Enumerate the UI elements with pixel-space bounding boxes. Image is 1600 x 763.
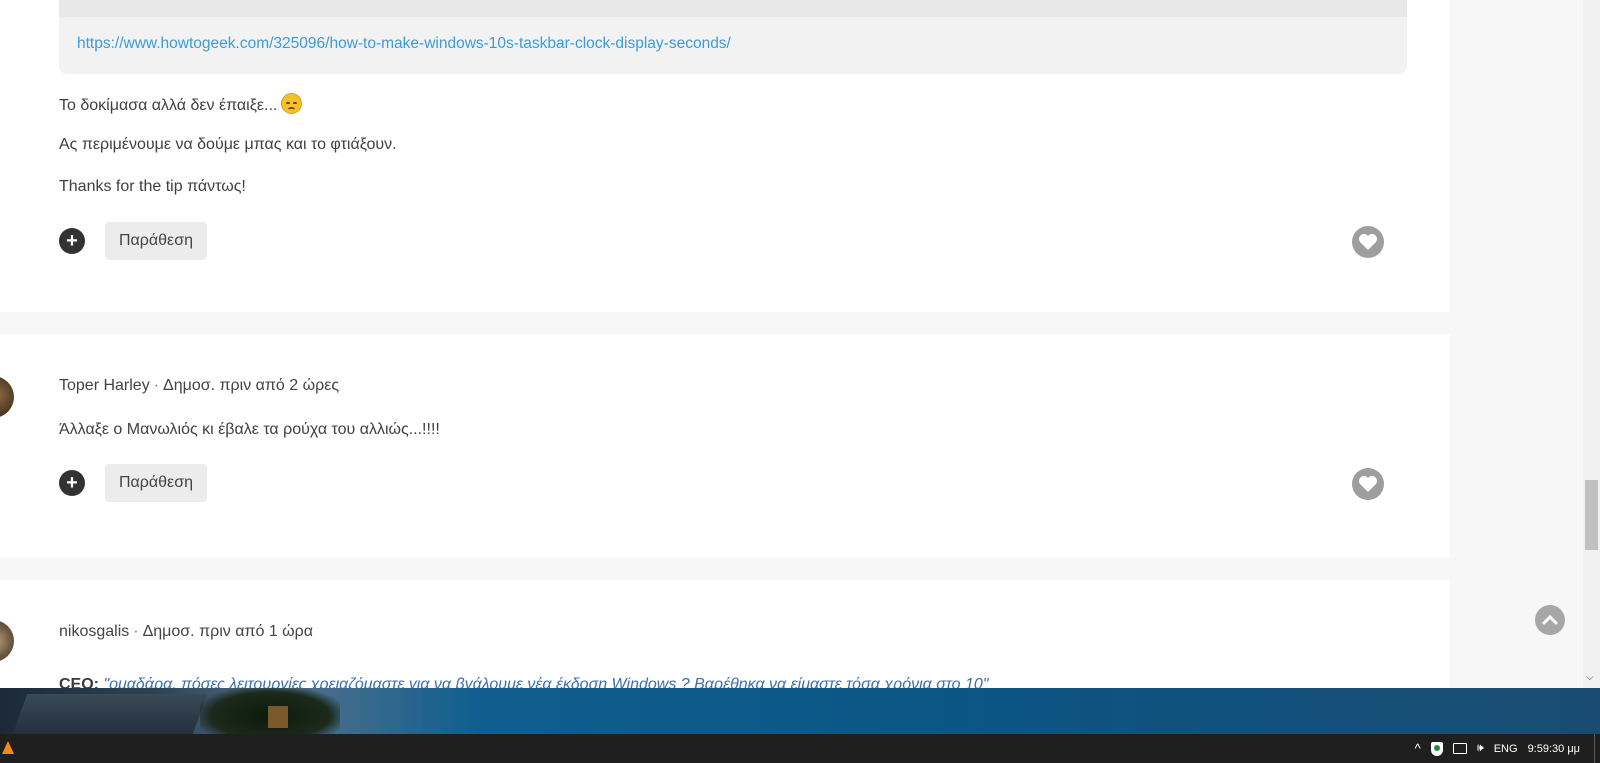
language-indicator[interactable]: ENG	[1494, 743, 1518, 755]
post-text-line: Ας περιμένουμε να δούμε μπας και το φτιά…	[59, 136, 397, 153]
chevron-up-icon	[1542, 614, 1558, 625]
network-icon[interactable]	[1452, 743, 1467, 754]
post-text-line: Το δοκίμασα αλλά δεν έπαιξε...	[59, 93, 303, 115]
volume-icon[interactable]: 🕪	[1477, 742, 1484, 755]
scroll-to-top-button[interactable]	[1535, 605, 1565, 635]
quote-button[interactable]: Παράθεση	[105, 464, 207, 502]
like-button[interactable]	[1352, 226, 1384, 258]
post-meta: Toper Harley · Δημοσ. πριν από 2 ώρες	[59, 377, 339, 395]
vertical-scrollbar[interactable]: ⌵	[1583, 0, 1600, 688]
post-meta: nikosgalis · Δημοσ. πριν από 1 ώρα	[59, 623, 313, 641]
post-text: Το δοκίμασα αλλά δεν έπαιξε...	[59, 97, 278, 114]
quote-speaker: CEO:	[59, 676, 99, 688]
quoted-link[interactable]: https://www.howtogeek.com/325096/how-to-…	[77, 35, 731, 53]
post-date: Δημοσ. πριν από 2 ώρες	[163, 377, 340, 394]
scrollbar-thumb[interactable]	[1585, 480, 1598, 550]
show-desktop-button[interactable]	[1594, 734, 1600, 763]
post-card: https://www.howtogeek.com/325096/how-to-…	[0, 0, 1450, 312]
vlc-icon[interactable]	[2, 741, 14, 754]
clock[interactable]: 9:59:30 μμ	[1528, 743, 1580, 755]
disappointed-face-icon	[281, 93, 303, 114]
heart-icon	[1359, 234, 1377, 250]
post-text: CEO: "ομαδάρα, πόσες λειτουργίες χρειαζό…	[59, 676, 988, 688]
avatar[interactable]	[0, 620, 14, 662]
heart-icon	[1359, 476, 1377, 492]
post-card: nikosgalis · Δημοσ. πριν από 1 ώρα CEO: "ο…	[0, 580, 1450, 688]
avatar[interactable]	[0, 376, 14, 418]
security-shield-icon[interactable]	[1430, 741, 1443, 756]
wallpaper-house	[12, 694, 208, 734]
browser-viewport: https://www.howtogeek.com/325096/how-to-…	[0, 0, 1600, 688]
post-text: Άλλαξε ο Μανωλιός κι έβαλε τα ρούχα του …	[59, 421, 440, 438]
author-name[interactable]: nikosgalis	[59, 623, 129, 640]
quote-header	[59, 0, 1407, 17]
taskbar: ^ 🕪 ENG 9:59:30 μμ	[0, 734, 1600, 763]
system-tray: ^ 🕪 ENG 9:59:30 μμ	[1415, 734, 1600, 763]
meta-separator: ·	[153, 377, 160, 394]
post-card: Toper Harley · Δημοσ. πριν από 2 ώρες Άλλα…	[0, 334, 1450, 558]
author-name[interactable]: Toper Harley	[59, 377, 150, 394]
quote-button[interactable]: Παράθεση	[105, 222, 207, 260]
more-actions-button[interactable]: +	[59, 470, 85, 496]
more-actions-button[interactable]: +	[59, 228, 85, 254]
like-button[interactable]	[1352, 468, 1384, 500]
post-text-italic: "ομαδάρα, πόσες λειτουργίες χρειαζόμαστε…	[103, 676, 989, 688]
scroll-down-arrow-icon[interactable]: ⌵	[1586, 672, 1594, 683]
post-text-line: Thanks for the tip πάντως!	[59, 178, 246, 195]
meta-separator: ·	[133, 623, 139, 640]
wallpaper-window-light	[268, 706, 288, 728]
post-date: Δημοσ. πριν από 1 ώρα	[142, 623, 314, 640]
quote-box: https://www.howtogeek.com/325096/how-to-…	[59, 0, 1407, 74]
show-hidden-icons-chevron-icon[interactable]: ^	[1415, 741, 1421, 756]
